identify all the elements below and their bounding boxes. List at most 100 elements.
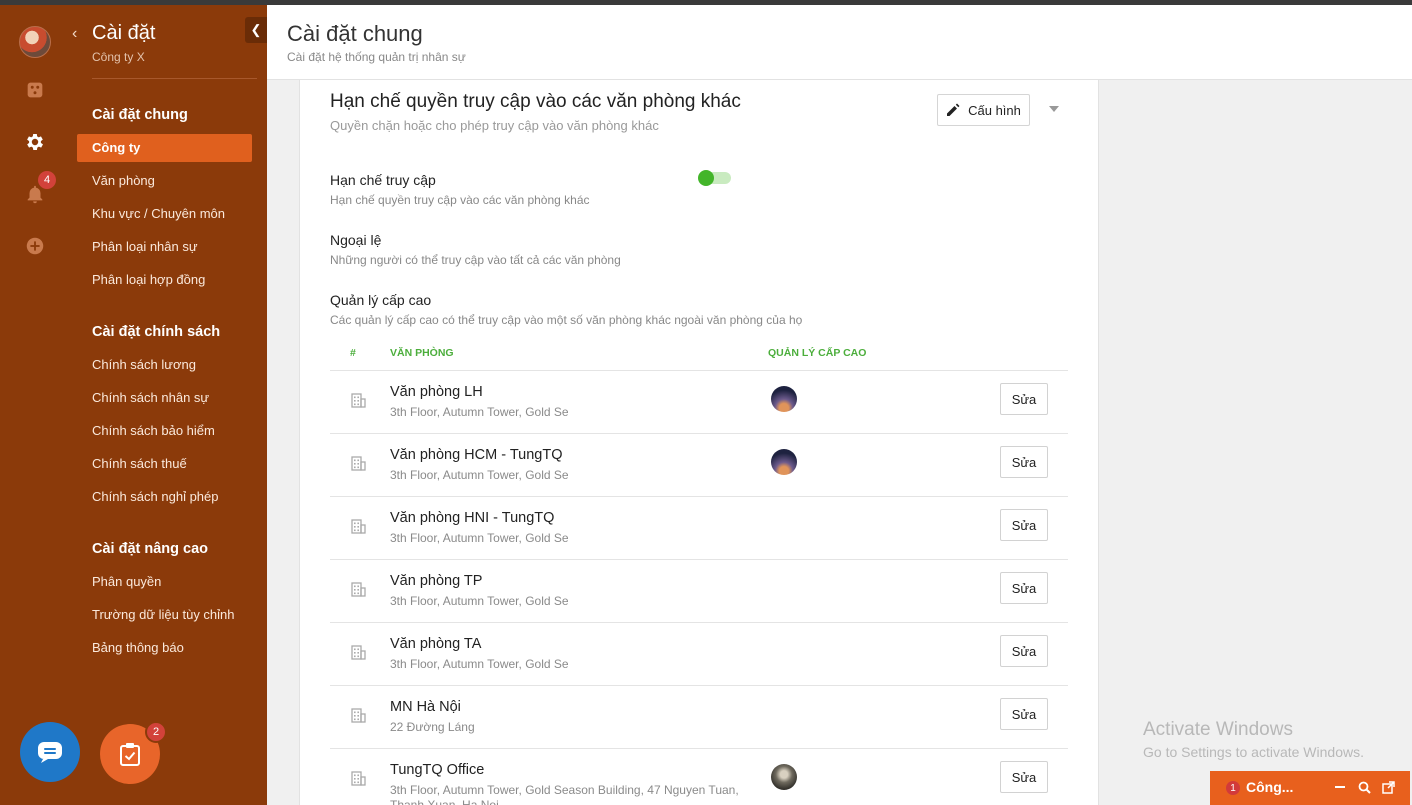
sidebar-item-company[interactable]: Công ty	[77, 134, 252, 162]
page-title: Cài đặt chung	[287, 21, 423, 46]
sidebar-item-insurance-policy[interactable]: Chính sách bảo hiểm	[77, 417, 252, 445]
table-row-divider	[330, 496, 1068, 497]
office-name: Văn phòng TP	[390, 573, 483, 589]
table-row-divider	[330, 622, 1068, 623]
table-row-divider	[330, 370, 1068, 371]
table-row-divider	[330, 559, 1068, 560]
building-icon	[350, 581, 366, 597]
activation-watermark-text: Go to Settings to activate Windows.	[1143, 744, 1364, 760]
sidebar-item-leave-policy[interactable]: Chính sách nghỉ phép	[77, 483, 252, 511]
office-address: 3th Floor, Autumn Tower, Gold Se	[390, 468, 569, 482]
restrict-toggle[interactable]	[698, 170, 731, 186]
card-title: Hạn chế quyền truy cập vào các văn phòng…	[330, 91, 741, 112]
building-icon	[350, 455, 366, 471]
group-title-general: Cài đặt chung	[92, 107, 188, 123]
popout-icon[interactable]	[1380, 779, 1396, 795]
building-icon	[350, 644, 366, 660]
minimize-icon[interactable]	[1332, 779, 1348, 795]
office-name: Văn phòng HCM - TungTQ	[390, 447, 563, 463]
sidebar-item-contract-type[interactable]: Phân loại hợp đồng	[77, 266, 252, 294]
office-name: Văn phòng LH	[390, 384, 483, 400]
office-address: 3th Floor, Autumn Tower, Gold Se	[390, 531, 569, 545]
user-avatar[interactable]	[19, 26, 51, 58]
sidebar-item-staff-type[interactable]: Phân loại nhân sự	[77, 233, 252, 261]
collapse-sidebar-button[interactable]: ❮	[245, 17, 267, 43]
table-row-divider	[330, 433, 1068, 434]
sidebar-item-custom-fields[interactable]: Trường dữ liệu tùy chỉnh	[77, 601, 252, 629]
sidebar-item-region[interactable]: Khu vực / Chuyên môn	[77, 200, 252, 228]
sidebar-item-tax-policy[interactable]: Chính sách thuế	[77, 450, 252, 478]
building-icon	[350, 770, 366, 786]
gear-icon[interactable]	[22, 129, 48, 155]
manager-avatar[interactable]	[771, 764, 797, 790]
manager-avatar[interactable]	[771, 449, 797, 475]
sidebar-title: Cài đặt	[92, 22, 156, 44]
edit-button[interactable]: Sửa	[1000, 383, 1048, 415]
office-name: TungTQ Office	[390, 762, 485, 778]
settings-sidebar: ‹ Cài đặt Công ty X ❮ Cài đặt chung Công…	[70, 5, 267, 805]
group-title-policy: Cài đặt chính sách	[92, 324, 221, 340]
sidebar-item-salary-policy[interactable]: Chính sách lương	[77, 351, 252, 379]
exception-desc: Những người có thể truy cập vào tất cả c…	[330, 253, 621, 267]
office-name: MN Hà Nội	[390, 699, 461, 715]
back-chevron-icon[interactable]: ‹	[72, 25, 77, 43]
page-subtitle: Cài đặt hệ thống quản trị nhân sự	[287, 50, 466, 64]
edit-button[interactable]: Sửa	[1000, 698, 1048, 730]
configure-button[interactable]: Cấu hình	[937, 94, 1030, 126]
restrict-desc: Hạn chế quyền truy cập vào các văn phòng…	[330, 193, 590, 207]
col-index-header: #	[350, 347, 356, 359]
exception-label: Ngoại lệ	[330, 232, 382, 248]
office-address: 3th Floor, Autumn Tower, Gold Se	[390, 405, 569, 419]
table-row-divider	[330, 685, 1068, 686]
notification-badge: 4	[38, 171, 56, 189]
edit-button[interactable]: Sửa	[1000, 761, 1048, 793]
sidebar-item-office[interactable]: Văn phòng	[77, 167, 252, 195]
office-address: 3th Floor, Autumn Tower, Gold Se	[390, 657, 569, 671]
edit-button[interactable]: Sửa	[1000, 635, 1048, 667]
building-icon	[350, 392, 366, 408]
chat-icon	[38, 742, 62, 763]
table-row-divider	[330, 748, 1068, 749]
pencil-icon	[947, 103, 960, 116]
sidebar-item-notice-board[interactable]: Bảng thông báo	[77, 634, 252, 662]
managers-desc: Các quản lý cấp cao có thể truy cập vào …	[330, 313, 803, 327]
office-name: Văn phòng HNI - TungTQ	[390, 510, 555, 526]
mini-chat-badge: 1	[1226, 781, 1240, 795]
collapse-chevron-icon: ❮	[250, 22, 262, 37]
icon-rail: 4	[0, 5, 70, 805]
office-address: 3th Floor, Autumn Tower, Gold Se	[390, 594, 569, 608]
configure-label: Cấu hình	[968, 102, 1021, 118]
card-subtitle: Quyền chặn hoặc cho phép truy cập vào vă…	[330, 118, 659, 133]
clipboard-check-icon	[120, 743, 140, 766]
building-icon	[350, 707, 366, 723]
toggle-knob	[698, 170, 714, 186]
sidebar-item-hr-policy[interactable]: Chính sách nhân sự	[77, 384, 252, 412]
sidebar-divider	[92, 78, 257, 79]
building-icon	[350, 518, 366, 534]
edit-button[interactable]: Sửa	[1000, 446, 1048, 478]
search-icon[interactable]	[1356, 779, 1372, 795]
mini-chat-title: Công...	[1246, 779, 1294, 795]
tasks-badge: 2	[145, 721, 167, 743]
col-manager-header: QUẢN LÝ CẤP CAO	[768, 347, 867, 359]
group-title-advanced: Cài đặt nâng cao	[92, 541, 209, 557]
office-address: 3th Floor, Autumn Tower, Gold Season Bui…	[390, 783, 739, 805]
chat-button[interactable]	[20, 722, 80, 782]
sidebar-subtitle: Công ty X	[92, 50, 145, 64]
edit-button[interactable]: Sửa	[1000, 572, 1048, 604]
activation-watermark-title: Activate Windows	[1143, 719, 1293, 740]
add-circle-icon[interactable]	[22, 233, 48, 259]
col-office-header: VĂN PHÒNG	[390, 347, 454, 359]
restrict-label: Hạn chế truy cập	[330, 172, 436, 188]
page-header: Cài đặt chung Cài đặt hệ thống quản trị …	[267, 5, 1412, 80]
managers-label: Quản lý cấp cao	[330, 292, 432, 308]
chevron-down-icon[interactable]	[1049, 106, 1059, 112]
office-name: Văn phòng TA	[390, 636, 482, 652]
minimized-chat-bar[interactable]: 1 Công...	[1210, 771, 1410, 805]
edit-button[interactable]: Sửa	[1000, 509, 1048, 541]
office-address: 22 Đường Láng	[390, 720, 475, 734]
access-restriction-card: Hạn chế quyền truy cập vào các văn phòng…	[299, 80, 1099, 805]
sidebar-item-permissions[interactable]: Phân quyền	[77, 568, 252, 596]
dashboard-icon[interactable]	[22, 77, 48, 103]
manager-avatar[interactable]	[771, 386, 797, 412]
